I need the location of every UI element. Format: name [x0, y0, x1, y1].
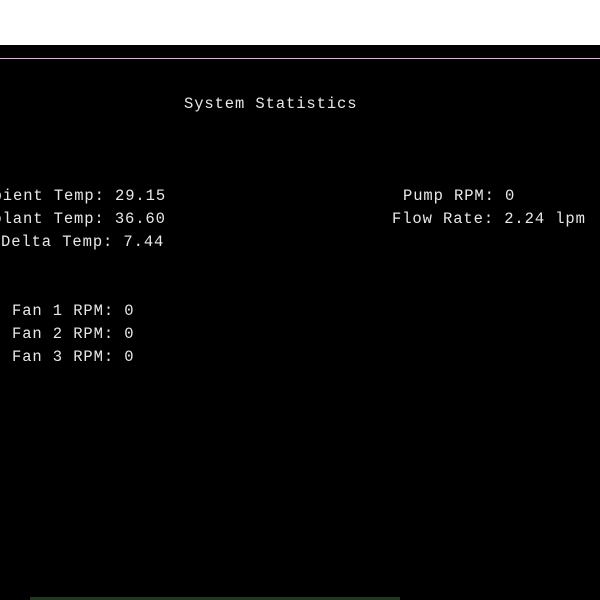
ambient-temp-line: Ambient Temp: 29.15 — [0, 187, 167, 205]
bottom-bar — [0, 587, 600, 600]
page-title: System Statistics — [184, 95, 358, 113]
top-gap — [0, 45, 600, 58]
fan-1-rpm-line: Fan 1 RPM: 0 — [12, 302, 135, 320]
fan-3-rpm-line: Fan 3 RPM: 0 — [12, 348, 135, 366]
delta-temp-line: Delta Temp: 7.44 — [1, 233, 165, 251]
top-white-bar — [0, 0, 600, 45]
terminal-window: System Statistics Ambient Temp: 29.15 Co… — [0, 58, 600, 588]
coolant-temp-line: Coolant Temp: 36.60 — [0, 210, 166, 228]
fan-2-rpm-line: Fan 2 RPM: 0 — [12, 325, 135, 343]
flow-rate-line: Flow Rate: 2.24 lpm — [392, 210, 586, 228]
pump-rpm-line: Pump RPM: 0 — [403, 187, 516, 205]
